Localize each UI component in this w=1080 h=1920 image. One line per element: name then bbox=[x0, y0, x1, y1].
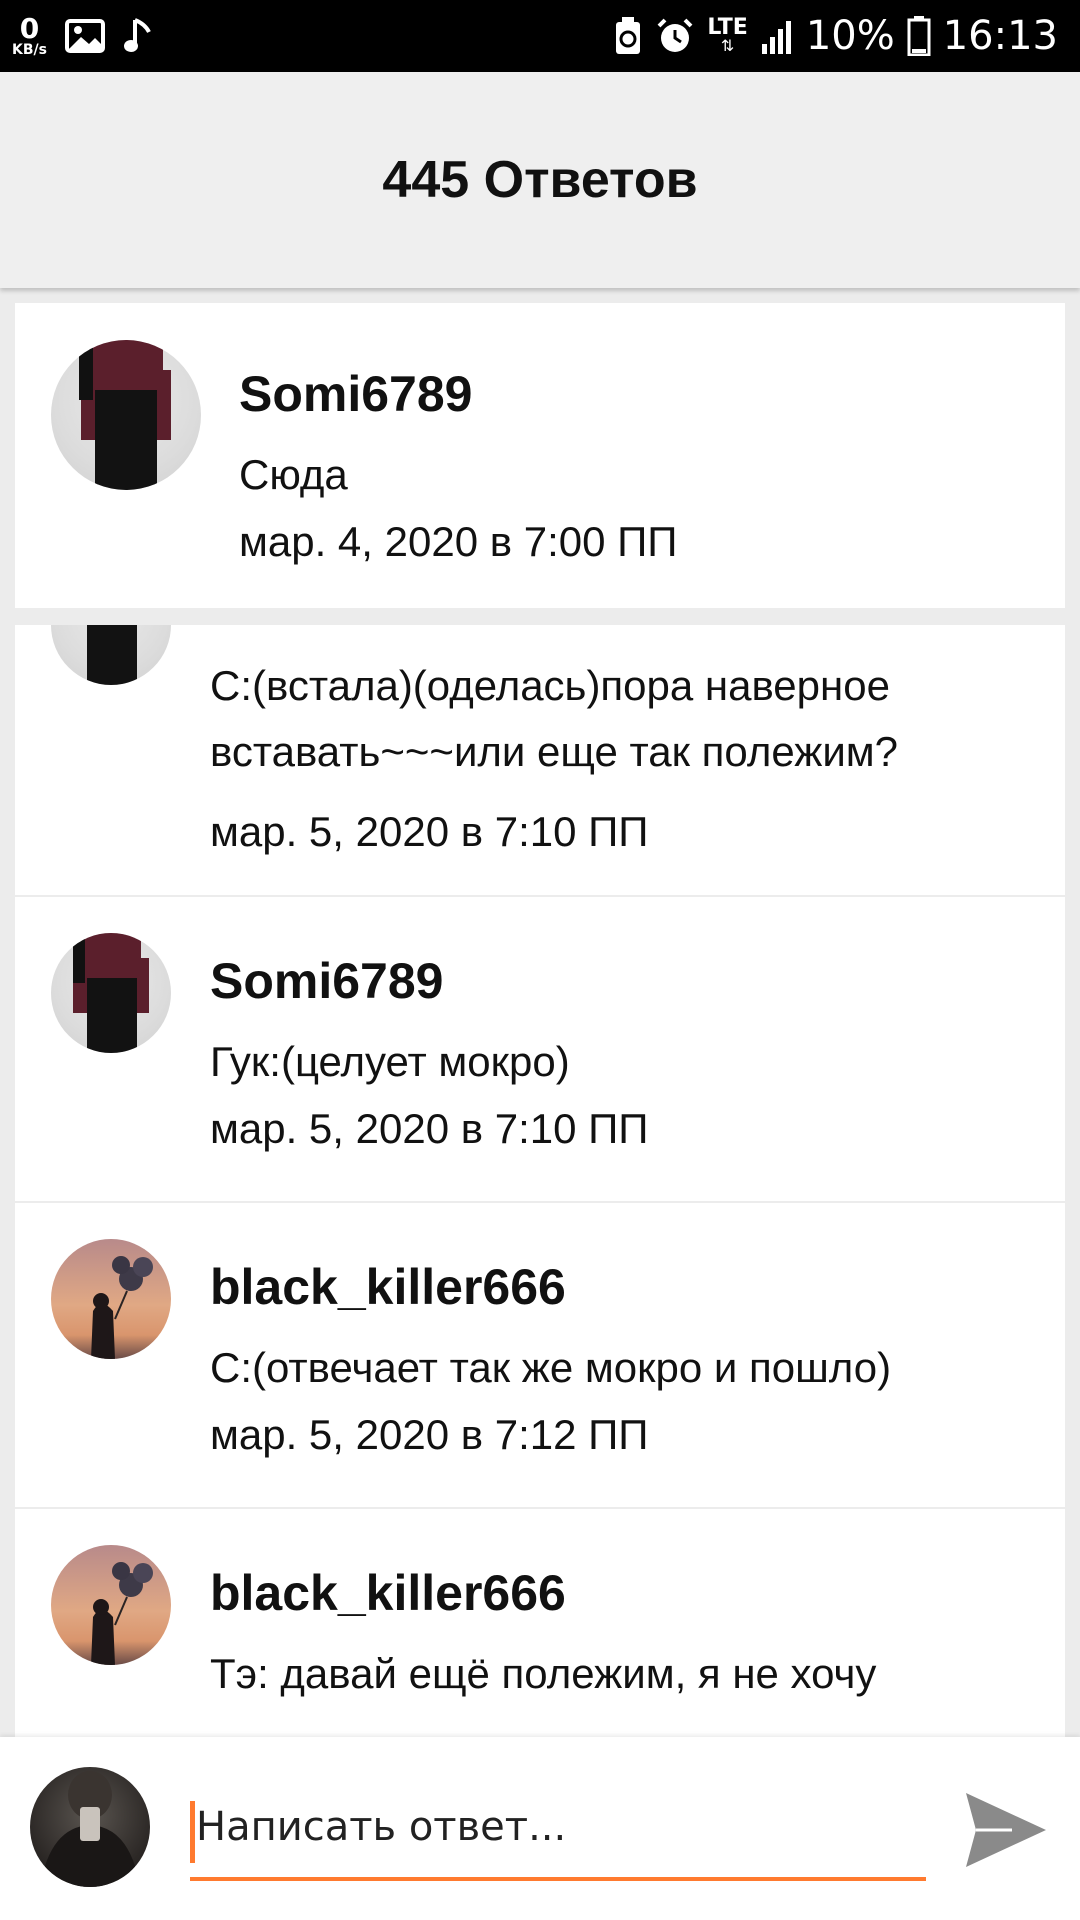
lte-icon: LTE ⇅ bbox=[707, 15, 748, 55]
reply-text: С:(отвечает так же мокро и пошло) bbox=[210, 1344, 892, 1391]
network-speed: 0 KB/s bbox=[12, 12, 47, 58]
avatar[interactable] bbox=[51, 340, 201, 490]
header: 445 Ответов bbox=[0, 72, 1080, 288]
send-button[interactable] bbox=[960, 1785, 1050, 1875]
avatar-image bbox=[91, 1562, 153, 1665]
reply-author[interactable]: Somi6789 bbox=[210, 625, 443, 633]
signal-icon bbox=[761, 21, 791, 54]
avatar-image bbox=[73, 933, 149, 1053]
list-item: black_killer666 Тэ: давай ещё полежим, я… bbox=[15, 1509, 1065, 1737]
replies-list[interactable]: Somi6789 С:(встала)(оделась)пора наверно… bbox=[15, 625, 1065, 1737]
list-item: black_killer666 С:(отвечает так же мокро… bbox=[15, 1203, 1065, 1507]
list-item: Somi6789 С:(встала)(оделась)пора наверно… bbox=[15, 625, 1065, 895]
clock: 16:13 bbox=[942, 13, 1058, 59]
avatar-image bbox=[40, 1771, 140, 1887]
send-icon bbox=[966, 1793, 1046, 1867]
avatar[interactable] bbox=[51, 625, 171, 685]
avatar[interactable] bbox=[51, 933, 171, 1053]
alarm-icon bbox=[657, 18, 693, 52]
text-cursor bbox=[190, 1801, 195, 1863]
network-speed-unit: KB/s bbox=[12, 42, 47, 58]
battery-icon bbox=[907, 16, 931, 56]
current-user-avatar[interactable] bbox=[30, 1767, 150, 1887]
reply-date: мар. 5, 2020 в 7:10 ПП bbox=[210, 808, 649, 855]
network-speed-value: 0 bbox=[19, 12, 40, 45]
reply-date: мар. 5, 2020 в 7:10 ПП bbox=[210, 1105, 649, 1152]
avatar-image bbox=[87, 625, 137, 685]
reply-text: С:(встала)(оделась)пора наверное встават… bbox=[210, 662, 899, 775]
avatar-image bbox=[91, 1256, 153, 1359]
reply-text: Тэ: давай ещё полежим, я не хочу bbox=[210, 1650, 877, 1697]
page-title: 445 Ответов bbox=[382, 151, 698, 209]
lte-label: LTE bbox=[707, 15, 748, 40]
reply-input[interactable] bbox=[190, 1777, 926, 1881]
list-item: Somi6789 Гук:(целует мокро) мар. 5, 2020… bbox=[15, 897, 1065, 1201]
reply-text: Гук:(целует мокро) bbox=[210, 1038, 570, 1085]
battery-percent: 10% bbox=[805, 13, 895, 59]
reply-date: мар. 5, 2020 в 7:12 ПП bbox=[210, 1411, 649, 1458]
reply-author[interactable]: Somi6789 bbox=[210, 952, 443, 1010]
avatar[interactable] bbox=[51, 1545, 171, 1665]
comment-text: Сюда bbox=[239, 451, 348, 498]
comment-date: мар. 4, 2020 в 7:00 ПП bbox=[239, 518, 678, 565]
status-bar: 0 KB/s LTE ⇅ 10% 16:13 bbox=[0, 0, 1080, 72]
music-note-icon bbox=[123, 18, 151, 52]
reply-composer bbox=[0, 1737, 1080, 1920]
avatar-image bbox=[79, 340, 171, 490]
reply-author[interactable]: black_killer666 bbox=[210, 1258, 566, 1316]
comment-author[interactable]: Somi6789 bbox=[239, 365, 472, 423]
main-comment: Somi6789 Сюда мар. 4, 2020 в 7:00 ПП bbox=[15, 303, 1065, 608]
avatar[interactable] bbox=[51, 1239, 171, 1359]
reply-author[interactable]: black_killer666 bbox=[210, 1564, 566, 1622]
image-icon bbox=[64, 19, 105, 53]
recycle-icon bbox=[616, 17, 641, 54]
